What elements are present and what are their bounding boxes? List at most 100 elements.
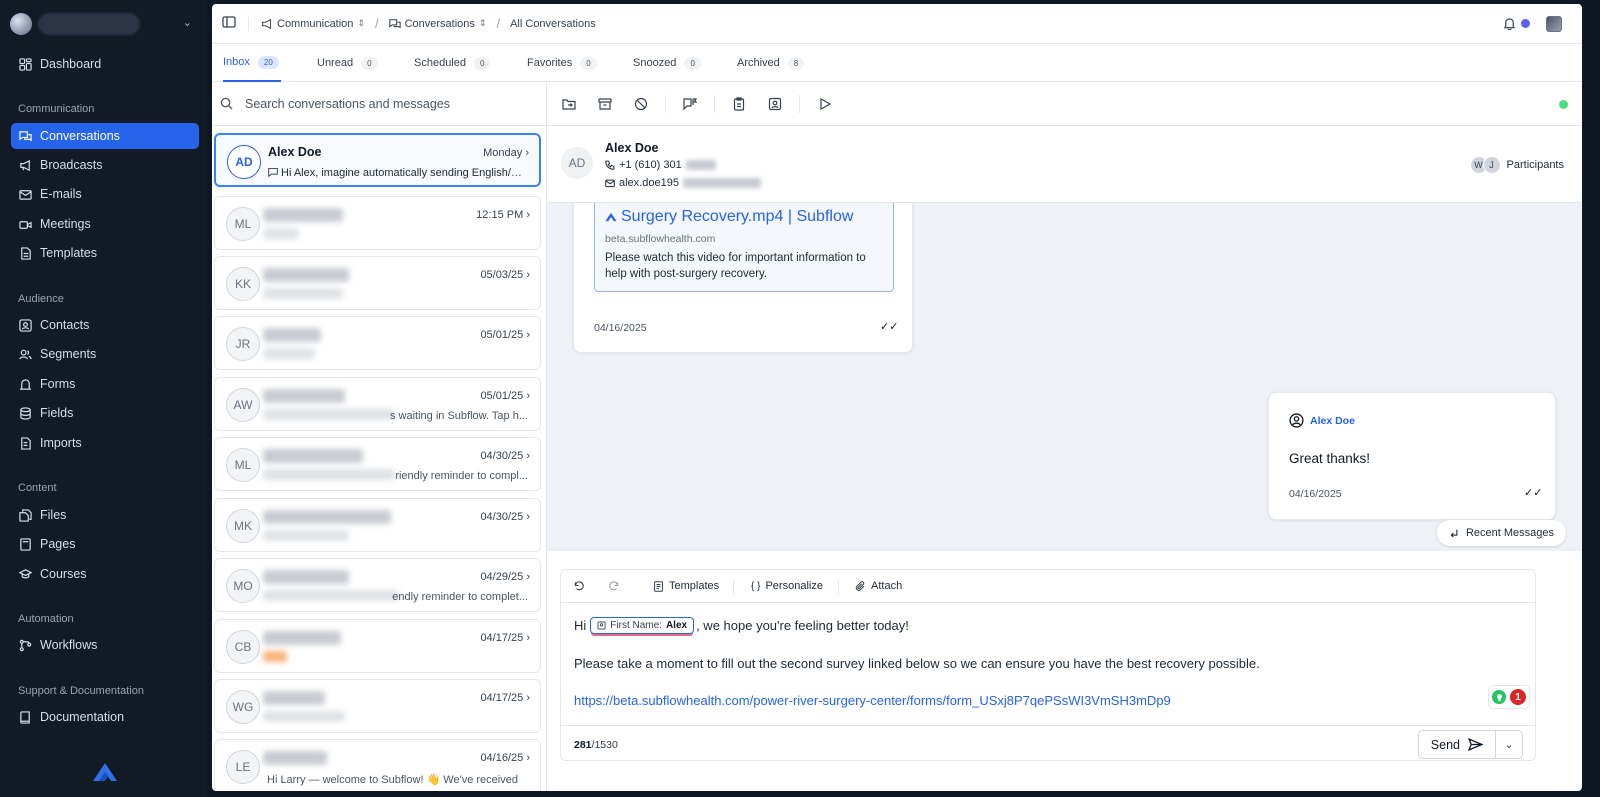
breadcrumb-conversations[interactable]: Conversations ⇕ bbox=[388, 17, 486, 30]
nav-fields[interactable]: Fields bbox=[11, 400, 199, 426]
search-input[interactable] bbox=[245, 96, 525, 111]
conversation-name-blurred bbox=[263, 449, 363, 463]
nav-meetings[interactable]: Meetings bbox=[11, 211, 199, 237]
composer-editor[interactable]: Hi First Name: Alex , we hope you're feel… bbox=[574, 616, 1504, 708]
chevron-updown-icon: ⇕ bbox=[357, 18, 365, 28]
conversation-preview-blurred bbox=[263, 348, 315, 359]
section-automation: Automation bbox=[18, 613, 74, 625]
conversation-name-blurred bbox=[263, 328, 321, 342]
conversation-preview-blurred bbox=[263, 228, 299, 239]
tab-archived[interactable]: Archived 8 bbox=[737, 44, 805, 82]
breadcrumb-communication[interactable]: Communication ⇕ bbox=[261, 18, 365, 30]
nav-forms-label: Forms bbox=[40, 377, 76, 391]
play-icon[interactable] bbox=[817, 96, 833, 112]
undo-icon[interactable] bbox=[573, 580, 584, 591]
tab-snoozed[interactable]: Snoozed 0 bbox=[633, 44, 701, 82]
move-to-folder-icon[interactable] bbox=[561, 96, 577, 112]
composer-link[interactable]: https://beta.subflowhealth.com/power-riv… bbox=[574, 693, 1504, 708]
contact-card-icon[interactable] bbox=[767, 96, 783, 112]
contact-card-icon bbox=[18, 318, 32, 332]
nav-contacts[interactable]: Contacts bbox=[11, 312, 199, 338]
nav-documentation[interactable]: Documentation bbox=[11, 704, 199, 730]
status-dot[interactable] bbox=[1521, 19, 1530, 28]
nav-files[interactable]: Files bbox=[11, 502, 199, 528]
nav-segments[interactable]: Segments bbox=[11, 341, 199, 367]
avatar[interactable] bbox=[1546, 16, 1562, 32]
conversation-item-selected[interactable]: AD Alex Doe Monday › Hi Alex, imagine au… bbox=[214, 133, 541, 187]
recent-messages-button[interactable]: Recent Messages bbox=[1436, 520, 1566, 546]
nav-broadcasts[interactable]: Broadcasts bbox=[11, 152, 199, 178]
document-icon bbox=[18, 246, 32, 260]
nav-emails[interactable]: E-mails bbox=[11, 181, 199, 207]
nav-documentation-label: Documentation bbox=[40, 710, 125, 724]
link-preview[interactable]: Surgery Recovery.mp4 | Subflow beta.subf… bbox=[594, 203, 894, 292]
conversation-preview-blurred bbox=[263, 651, 287, 662]
conversation-item[interactable]: WG 04/17/25 › bbox=[214, 679, 541, 733]
search-icon bbox=[220, 97, 233, 110]
conversation-item[interactable]: MK 04/30/25 › bbox=[214, 498, 541, 552]
conversation-item[interactable]: ML 12:15 PM › bbox=[214, 196, 541, 250]
megaphone-icon bbox=[18, 158, 32, 172]
conversation-item[interactable]: JR 05/01/25 › bbox=[214, 316, 541, 370]
nav-forms[interactable]: Forms bbox=[11, 371, 199, 397]
message-author: Alex Doe bbox=[1289, 413, 1355, 428]
send-icon bbox=[1468, 738, 1483, 751]
tab-inbox[interactable]: Inbox 20 bbox=[223, 44, 281, 82]
users-icon bbox=[18, 347, 32, 361]
online-status-dot bbox=[1559, 100, 1568, 109]
conversation-preview-blurred bbox=[263, 469, 395, 480]
contact-phone: +1 (610) 301 bbox=[605, 159, 716, 171]
bell-icon[interactable] bbox=[1503, 17, 1516, 33]
brand-logo-icon bbox=[605, 212, 617, 222]
chat-bubbles-icon bbox=[18, 129, 32, 143]
conversation-date: 04/16/25 › bbox=[480, 752, 530, 764]
nav-pages[interactable]: Pages bbox=[11, 531, 199, 557]
conversation-item[interactable]: KK 05/03/25 › bbox=[214, 256, 541, 310]
conversation-item[interactable]: LE 04/16/25 › Hi Larry — welcome to Subf… bbox=[214, 739, 541, 791]
conversation-preview-blurred bbox=[263, 590, 399, 601]
nav-workflows[interactable]: Workflows bbox=[11, 632, 199, 658]
participants-button[interactable]: W J Participants bbox=[1469, 156, 1564, 174]
conversation-item[interactable]: ML 04/30/25 › riendly reminder to compl.… bbox=[214, 437, 541, 491]
nav-dashboard[interactable]: Dashboard bbox=[11, 51, 199, 77]
personalize-button[interactable]: { } Personalize bbox=[751, 580, 823, 592]
nav-templates[interactable]: Templates bbox=[11, 240, 199, 266]
block-icon[interactable] bbox=[633, 96, 649, 112]
database-icon bbox=[18, 406, 32, 420]
templates-button[interactable]: Templates bbox=[653, 580, 719, 592]
send-button[interactable]: Send bbox=[1419, 731, 1496, 758]
conversation-item[interactable]: MO 04/29/25 › endly reminder to complet.… bbox=[214, 558, 541, 612]
nav-courses-label: Courses bbox=[40, 567, 87, 581]
conversation-item[interactable]: CB 04/17/25 › bbox=[214, 619, 541, 673]
avatar: WG bbox=[226, 690, 260, 724]
contact-email-value: alex.doe195 bbox=[619, 177, 679, 189]
ai-suggestions-badge[interactable]: 1 bbox=[1488, 685, 1530, 709]
nav-imports[interactable]: Imports bbox=[11, 430, 199, 456]
conversation-name-blurred bbox=[263, 208, 343, 222]
sidebar-toggle-icon[interactable] bbox=[222, 15, 236, 32]
conversation-name-blurred bbox=[263, 510, 391, 524]
breadcrumb-conversations-label: Conversations bbox=[404, 17, 475, 30]
conversation-preview-blurred bbox=[263, 530, 349, 541]
attach-button[interactable]: Attach bbox=[855, 580, 902, 592]
conversation-preview-blurred bbox=[263, 409, 395, 420]
send-options-dropdown[interactable]: ⌄ bbox=[1496, 731, 1522, 758]
tab-unread[interactable]: Unread 0 bbox=[317, 44, 378, 82]
contact-email: alex.doe195 bbox=[605, 177, 761, 189]
redo-icon[interactable] bbox=[609, 580, 620, 591]
workspace-switcher[interactable]: ⌄ bbox=[10, 10, 200, 38]
clipboard-icon[interactable] bbox=[731, 96, 747, 112]
conversation-item[interactable]: AW 05/01/25 › s waiting in Subflow. Tap … bbox=[214, 377, 541, 431]
tab-inbox-count: 20 bbox=[257, 55, 279, 69]
flag-message-icon[interactable] bbox=[682, 96, 698, 112]
nav-conversations[interactable]: Conversations bbox=[11, 123, 199, 149]
nav-pages-label: Pages bbox=[40, 537, 76, 551]
merge-tag-first-name[interactable]: First Name: Alex bbox=[590, 616, 695, 634]
user-circle-icon bbox=[1289, 413, 1304, 428]
tab-scheduled[interactable]: Scheduled 0 bbox=[414, 44, 491, 82]
double-check-icon: ✓✓ bbox=[1524, 487, 1543, 499]
archive-icon[interactable] bbox=[597, 96, 613, 112]
tab-favorites[interactable]: Favorites 0 bbox=[527, 44, 597, 82]
nav-courses[interactable]: Courses bbox=[11, 561, 199, 587]
tab-favorites-label: Favorites bbox=[527, 57, 573, 69]
